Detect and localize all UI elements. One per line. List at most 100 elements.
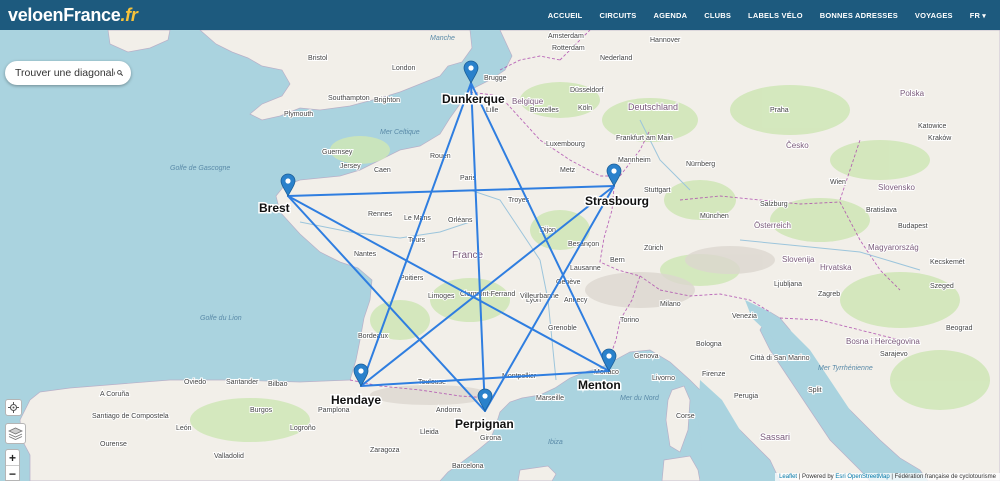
attribution-powered: | Powered by (798, 474, 834, 480)
city-label-guernsey: Guernsey (322, 149, 353, 156)
city-label-zurich: Zürich (644, 245, 664, 252)
map-svg: London Bristol Southampton Brighton Plym… (0, 30, 1000, 481)
city-label-bratislava: Bratislava (866, 207, 897, 214)
marker-dot (606, 353, 612, 359)
city-label-pamplona: Pamplona (318, 407, 350, 414)
city-label-santiago: Santiago de Compostela (92, 413, 169, 420)
site-header: veloenFrance .fr ACCUEIL CIRCUITS AGENDA … (0, 0, 1000, 30)
country-label-deutschland: Deutschland (628, 102, 678, 112)
map-attribution: Leaflet | Powered by Esri OpenStreetMap … (775, 473, 1000, 481)
country-label-slovensko: Slovensko (878, 183, 915, 192)
country-label-hrvatska: Hrvatska (820, 263, 852, 272)
nav-item-circuits[interactable]: CIRCUITS (599, 11, 636, 20)
zoom-control: + − (5, 449, 20, 481)
map-canvas[interactable]: London Bristol Southampton Brighton Plym… (0, 30, 1000, 481)
sea-label-ligurienne: Mer du Nord (620, 395, 660, 402)
city-label-bruxelles: Bruxelles (530, 107, 559, 114)
country-label-magyarorszag: Magyarország (868, 243, 919, 252)
city-label-poitiers: Poitiers (400, 275, 424, 282)
sea-label-adriatique: Mer Tyrrhénienne (818, 365, 873, 372)
city-label-jersey: Jersey (340, 163, 361, 170)
city-label-metz: Metz (560, 167, 576, 174)
city-label-bern: Bern (610, 257, 625, 264)
city-label-venezia: Venezia (732, 313, 757, 320)
city-label-logrono: Logroño (290, 425, 316, 432)
city-label-a-coruna: A Coruña (100, 391, 129, 398)
sea-label-manche: Mer Celtique (380, 129, 420, 136)
nav-item-bonnes-adresses[interactable]: BONNES ADRESSES (820, 11, 898, 20)
marker-dot (358, 368, 364, 374)
city-label-milano: Milano (660, 301, 681, 308)
city-label-wien: Wien (830, 179, 846, 186)
attribution-leaflet-link[interactable]: Leaflet (779, 474, 797, 480)
city-label-corse: Corse (676, 413, 695, 420)
city-label-zaragoza: Zaragoza (370, 447, 400, 454)
marker-label-brest: Brest (259, 201, 290, 215)
main-nav: ACCUEIL CIRCUITS AGENDA CLUBS LABELS VÉL… (548, 11, 986, 20)
country-label-cesko: Česko (786, 141, 809, 150)
city-label-koln: Köln (578, 105, 592, 112)
city-label-ljubljana: Ljubljana (774, 281, 802, 288)
city-label-lille: Lille (486, 107, 499, 114)
city-label-bologna: Bologna (696, 341, 722, 348)
city-label-dusseldorf: Düsseldorf (570, 87, 604, 94)
site-logo[interactable]: veloenFrance .fr (8, 5, 138, 26)
attribution-osm-link[interactable]: OpenStreetMap (847, 474, 889, 480)
city-label-lleida: Lleida (420, 429, 439, 436)
zoom-out-button[interactable]: − (6, 465, 19, 481)
marker-dot (482, 393, 488, 399)
city-label-frankfurt: Frankfurt am Main (616, 135, 673, 142)
city-label-stuttgart: Stuttgart (644, 187, 671, 194)
city-label-salzburg: Salzburg (760, 201, 788, 208)
locate-button[interactable] (5, 399, 22, 416)
marker-label-perpignan: Perpignan (455, 417, 514, 431)
city-label-split: Split (808, 387, 822, 394)
nav-item-agenda[interactable]: AGENDA (654, 11, 688, 20)
zoom-in-button[interactable]: + (6, 450, 19, 465)
search-icon[interactable] (117, 68, 123, 78)
city-label-livorno: Livorno (652, 375, 675, 382)
nav-item-clubs[interactable]: CLUBS (704, 11, 731, 20)
city-label-oviedo: Oviedo (184, 379, 206, 386)
city-label-london: London (392, 65, 415, 72)
language-selector[interactable]: FR (970, 11, 986, 20)
city-label-limoges: Limoges (428, 293, 455, 300)
city-label-santander: Santander (226, 379, 259, 386)
city-label-kecskemet: Kecskemét (930, 259, 965, 266)
country-label-belgique: Belgique (512, 97, 544, 106)
country-label-italia: Sassari (760, 432, 790, 442)
city-label-katowice: Katowice (918, 123, 947, 130)
country-label-polska: Polska (900, 89, 925, 98)
city-label-andorra: Andorra (436, 407, 461, 414)
diagonal-search-input[interactable] (13, 66, 117, 80)
nav-item-labels-velo[interactable]: LABELS VÉLO (748, 11, 803, 20)
city-label-lausanne: Lausanne (570, 265, 601, 272)
city-label-rotterdam: Rotterdam (552, 45, 585, 52)
city-label-grenoble: Grenoble (548, 325, 577, 332)
city-label-munchen: München (700, 213, 729, 220)
city-label-leon: León (176, 425, 192, 432)
attribution-esri-link[interactable]: Esri (835, 474, 845, 480)
city-label-marseille: Marseille (536, 395, 564, 402)
nav-item-voyages[interactable]: VOYAGES (915, 11, 953, 20)
city-label-girona: Girona (480, 435, 501, 442)
layers-button[interactable] (5, 423, 26, 444)
city-label-amsterdam: Amsterdam (548, 33, 584, 40)
city-label-besancon: Besançon (568, 241, 599, 248)
city-label-rouen: Rouen (430, 153, 451, 160)
city-label-szeged: Szeged (930, 283, 954, 290)
sea-label-celtique: Golfe de Gascogne (170, 165, 230, 172)
country-label-slovenija: Slovenija (782, 255, 815, 264)
marker-dot (285, 178, 291, 184)
marker-label-strasbourg: Strasbourg (585, 194, 649, 208)
city-label-caen: Caen (374, 167, 391, 174)
city-label-perugia: Perugia (734, 393, 758, 400)
city-label-torino: Torino (620, 317, 639, 324)
city-label-luxembourg: Luxembourg (546, 141, 585, 148)
city-label-nederland: Nederland (600, 55, 632, 62)
nav-item-accueil[interactable]: ACCUEIL (548, 11, 583, 20)
locate-icon (8, 402, 19, 413)
city-label-ourense: Ourense (100, 441, 127, 448)
city-label-zagreb: Zagreb (818, 291, 840, 298)
city-label-barcelona: Barcelona (452, 463, 484, 470)
